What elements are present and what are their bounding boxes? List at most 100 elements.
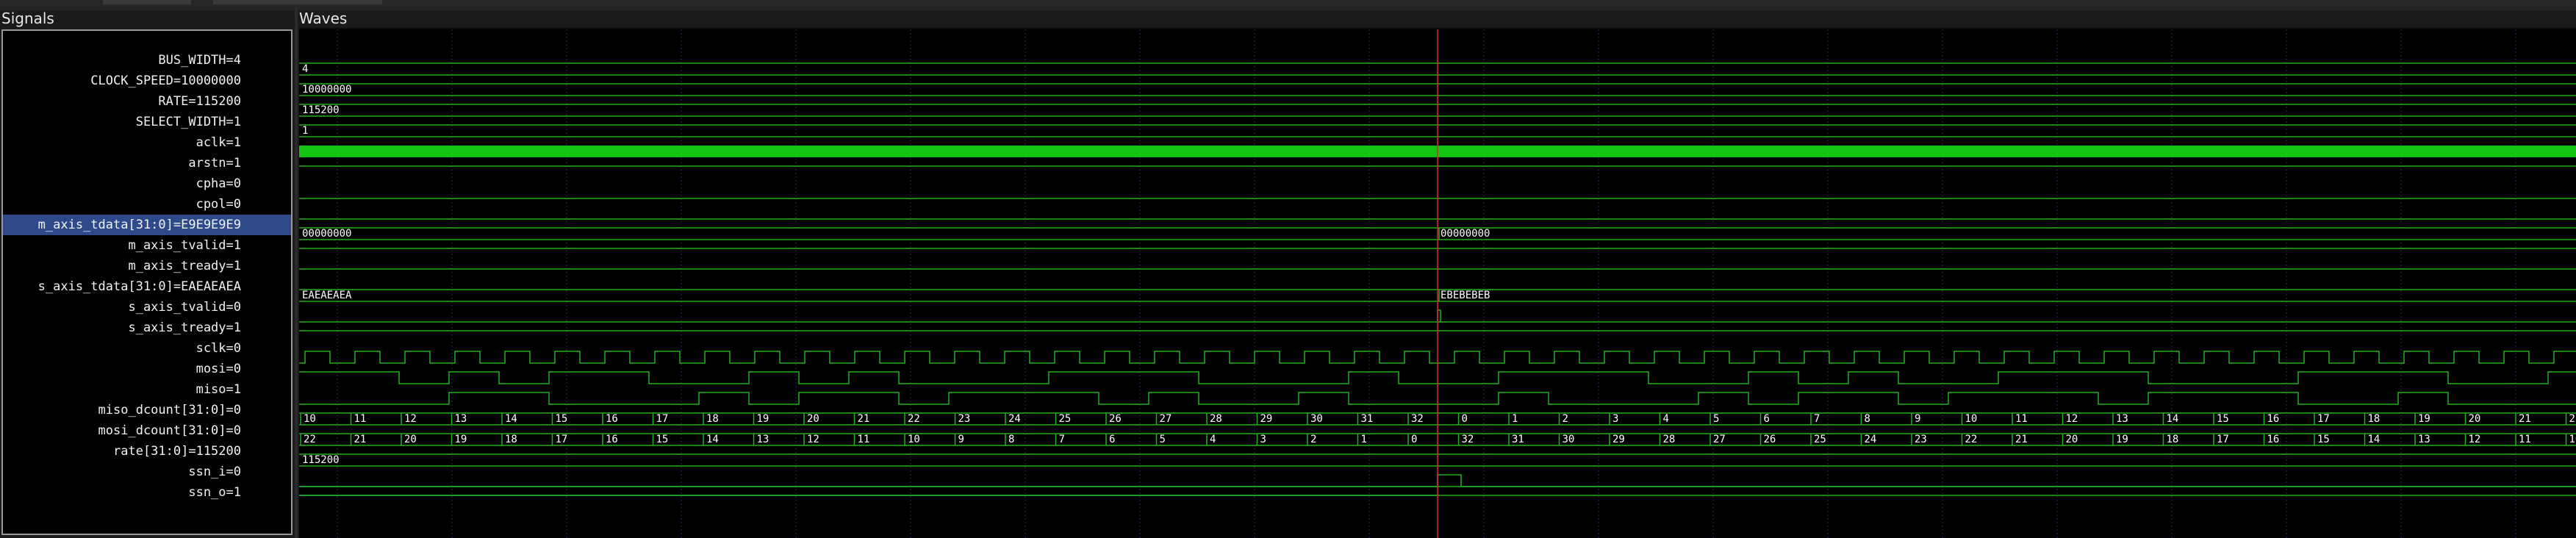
signal-label: aclk=1 bbox=[195, 135, 241, 150]
counter-value: 27 bbox=[1713, 434, 1726, 445]
signal-row[interactable]: s_axis_tdata[31:0]=EAEAEAEA bbox=[3, 276, 291, 297]
bus-value: 1 bbox=[302, 125, 308, 137]
waveform-view[interactable]: 4 10000000 115200 1 00000000 00000000 EAEAEAEA… bbox=[299, 29, 2576, 538]
panel-splitter[interactable] bbox=[295, 7, 298, 538]
counter-value: 13 bbox=[455, 413, 467, 425]
counter-value: 14 bbox=[505, 413, 517, 425]
counter-value: 8 bbox=[1865, 413, 1870, 425]
counter-value: 4 bbox=[1210, 434, 1216, 445]
counter-value: 20 bbox=[2469, 413, 2481, 425]
counter-value: 17 bbox=[556, 434, 568, 445]
counter-value: 21 bbox=[2015, 434, 2028, 445]
counter-value: 13 bbox=[2418, 434, 2430, 445]
signal-label: arstn=1 bbox=[188, 156, 241, 171]
counter-value: 26 bbox=[1764, 434, 1776, 445]
counter-value: 12 bbox=[404, 413, 417, 425]
counter-value: 13 bbox=[2116, 413, 2128, 425]
counter-value: 10 bbox=[2569, 434, 2576, 445]
signal-row[interactable]: CLOCK_SPEED=10000000 bbox=[3, 71, 291, 91]
counter-value: 15 bbox=[2317, 434, 2330, 445]
counter-value: 12 bbox=[2469, 434, 2481, 445]
counter-value: 23 bbox=[958, 413, 971, 425]
counter-value: 28 bbox=[1663, 434, 1676, 445]
counter-value: 1 bbox=[1512, 413, 1518, 425]
signal-row[interactable]: rate[31:0]=115200 bbox=[3, 441, 291, 462]
counter-value: 20 bbox=[404, 434, 417, 445]
signal-row[interactable]: ssn_o=1 bbox=[3, 482, 291, 503]
toolbar-remnant bbox=[213, 0, 382, 4]
signal-row[interactable]: BUS_WIDTH=4 bbox=[3, 50, 291, 71]
signal-row[interactable]: mosi_dcount[31:0]=0 bbox=[3, 420, 291, 441]
signal-row[interactable]: cpha=0 bbox=[3, 173, 291, 194]
counter-value: 15 bbox=[556, 413, 568, 425]
signal-row[interactable]: s_axis_tvalid=0 bbox=[3, 297, 291, 318]
counter-value: 10 bbox=[908, 434, 920, 445]
counter-value: 8 bbox=[1008, 434, 1014, 445]
signal-row[interactable]: cpol=0 bbox=[3, 194, 291, 215]
signal-label: SELECT_WIDTH=1 bbox=[135, 115, 241, 129]
signal-label: ssn_o=1 bbox=[188, 485, 241, 500]
signal-list[interactable]: BUS_WIDTH=4 CLOCK_SPEED=10000000 RATE=1152… bbox=[1, 29, 293, 535]
bus-value: 00000000 bbox=[302, 228, 351, 240]
counter-value: 6 bbox=[1764, 413, 1770, 425]
counter-value: 9 bbox=[958, 434, 964, 445]
counter-value: 4 bbox=[1663, 413, 1669, 425]
counter-value: 25 bbox=[1059, 413, 1072, 425]
counter-value: 12 bbox=[2066, 413, 2078, 425]
counter-value: 6 bbox=[1109, 434, 1115, 445]
counter-value: 19 bbox=[2116, 434, 2128, 445]
signal-label: RATE=115200 bbox=[158, 94, 241, 109]
signal-label: s_axis_tdata[31:0]=EAEAEAEA bbox=[37, 279, 241, 294]
signal-row[interactable]: aclk=1 bbox=[3, 132, 291, 153]
signal-row[interactable]: m_axis_tvalid=1 bbox=[3, 235, 291, 256]
waveform-canvas[interactable]: 410000000115200100000000 00000000EAEAEAEA… bbox=[299, 29, 2576, 538]
counter-value: 3 bbox=[1260, 434, 1266, 445]
counter-value: 0 bbox=[1411, 434, 1417, 445]
counter-value: 2 bbox=[1310, 434, 1316, 445]
counter-value: 32 bbox=[1462, 434, 1474, 445]
signal-row[interactable]: mosi=0 bbox=[3, 359, 291, 379]
counter-value: 19 bbox=[2418, 413, 2430, 425]
counter-value: 23 bbox=[1915, 434, 1927, 445]
signal-row[interactable]: sclk=0 bbox=[3, 338, 291, 359]
counter-value: 3 bbox=[1612, 413, 1618, 425]
bus-value: EBEBEBEB bbox=[1441, 290, 1490, 301]
counter-value: 22 bbox=[1965, 434, 1978, 445]
signal-row[interactable]: arstn=1 bbox=[3, 153, 291, 173]
signal-label: m_axis_tvalid=1 bbox=[128, 238, 241, 253]
signal-label: mosi_dcount[31:0]=0 bbox=[98, 423, 241, 438]
signal-row[interactable]: s_axis_tready=1 bbox=[3, 318, 291, 338]
counter-value: 14 bbox=[706, 434, 719, 445]
bus-value: 10000000 bbox=[302, 84, 351, 96]
counter-value: 24 bbox=[1865, 434, 1877, 445]
signal-row[interactable]: RATE=115200 bbox=[3, 91, 291, 112]
bus-value: EAEAEAEA bbox=[302, 290, 352, 301]
signal-row[interactable]: m_axis_tdata[31:0]=E9E9E9E9 bbox=[3, 215, 291, 235]
signal-row[interactable]: SELECT_WIDTH=1 bbox=[3, 112, 291, 132]
counter-value: 22 bbox=[2569, 413, 2576, 425]
counter-value: 18 bbox=[2368, 413, 2381, 425]
counter-value: 2 bbox=[1563, 413, 1568, 425]
signal-label: ssn_i=0 bbox=[188, 465, 241, 479]
signal-row[interactable]: miso_dcount[31:0]=0 bbox=[3, 400, 291, 420]
signal-label: s_axis_tvalid=0 bbox=[128, 300, 241, 315]
signal-row[interactable]: miso=1 bbox=[3, 379, 291, 400]
counter-value: 11 bbox=[2519, 434, 2531, 445]
counter-value: 22 bbox=[304, 434, 316, 445]
signal-row[interactable]: ssn_i=0 bbox=[3, 462, 291, 482]
counter-value: 7 bbox=[1059, 434, 1065, 445]
counter-value: 16 bbox=[606, 434, 618, 445]
counter-value: 26 bbox=[1109, 413, 1122, 425]
counter-value: 20 bbox=[807, 413, 819, 425]
counter-value: 15 bbox=[656, 434, 669, 445]
counter-value: 11 bbox=[2015, 413, 2028, 425]
counter-value: 31 bbox=[1361, 413, 1374, 425]
counter-value: 1 bbox=[1361, 434, 1367, 445]
signal-label: rate[31:0]=115200 bbox=[113, 444, 241, 459]
signal-label: s_axis_tready=1 bbox=[128, 320, 241, 335]
signal-label: m_axis_tready=1 bbox=[128, 259, 241, 273]
counter-value: 11 bbox=[858, 434, 870, 445]
signal-row[interactable]: m_axis_tready=1 bbox=[3, 256, 291, 276]
counter-value: 15 bbox=[2217, 413, 2229, 425]
counter-value: 17 bbox=[656, 413, 669, 425]
